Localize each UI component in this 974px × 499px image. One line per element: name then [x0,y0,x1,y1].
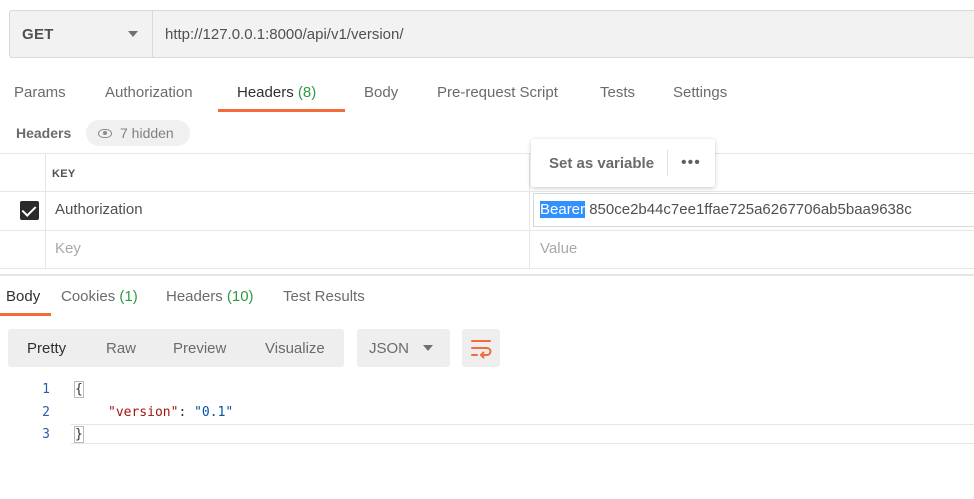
pane-divider[interactable] [0,274,974,276]
tab-pre-request-script[interactable]: Pre-request Script [437,84,558,101]
tab-label: Headers [237,84,294,101]
divider [667,150,668,176]
close-brace: } [74,426,84,443]
hidden-count: 7 hidden [120,125,174,141]
wrap-lines-button[interactable] [462,329,500,367]
eye-icon [98,128,112,138]
visualize-button[interactable]: Visualize [265,340,325,357]
tab-test-results[interactable]: Test Results [283,288,365,305]
tab-label: Params [14,84,66,101]
active-response-tab-indicator [0,313,51,316]
row-check-cell [0,230,46,268]
table-row: Key Value [0,230,974,269]
url-input[interactable]: http://127.0.0.1:8000/api/v1/version/ [153,11,974,57]
json-key: "version" [108,405,179,420]
tab-label: Settings [673,84,728,101]
tab-authorization[interactable]: Authorization [105,84,193,101]
line-number: 2 [42,405,50,420]
current-line-highlight [71,424,974,444]
header-key-cell [46,154,530,191]
chevron-down-icon [128,31,138,37]
chevron-down-icon [423,345,433,351]
tab-label: Body [6,288,41,305]
format-value: JSON [369,339,410,357]
tab-count: (8) [297,84,317,101]
row-key: Authorization [55,201,143,218]
method-select[interactable]: GET [10,11,153,57]
request-tabs: Params Authorization Headers (8) Body Pr… [0,80,974,112]
value-rest: 850ce2b44c7ee1ffae725a6267706ab5baa9638c [585,201,912,218]
wrap-lines-icon [471,340,492,359]
line-number: 1 [42,382,50,397]
set-as-variable-button[interactable]: Set as variable [549,155,654,172]
format-select[interactable]: JSON [357,329,450,367]
column-key-label: KEY [52,168,76,180]
tab-count: (1) [119,288,138,305]
headers-title: Headers [16,125,72,141]
table-row: Authorization Bearer 850ce2b44c7ee1ffae7… [0,191,974,231]
selected-text: Bearer [540,201,586,218]
tab-response-headers[interactable]: Headers (10) [166,288,254,305]
key-input[interactable] [46,230,530,268]
view-mode-selector: Pretty Raw Preview Visualize [8,329,344,367]
code-line: } [74,426,84,443]
tab-settings[interactable]: Settings [673,84,727,101]
request-bar: GET http://127.0.0.1:8000/api/v1/version… [9,10,974,58]
tab-label: Authorization [105,84,193,101]
code-line: "version": "0.1" [108,405,233,420]
json-colon: : [178,405,195,420]
active-tab-indicator [218,109,345,112]
header-check-cell [0,154,46,191]
more-options-icon[interactable]: ••• [681,154,701,172]
tab-count: (10) [226,288,254,305]
row-checkbox[interactable] [20,201,39,220]
tab-cookies[interactable]: Cookies (1) [61,288,138,305]
key-placeholder: Key [55,240,81,257]
tab-label: Body [364,84,399,101]
line-number: 3 [42,427,50,442]
row-check-cell [0,191,46,230]
table-header-row: KEY [0,153,974,192]
value-placeholder[interactable]: Value [540,240,577,257]
json-value: "0.1" [194,405,234,420]
tab-label: Headers [166,288,223,305]
set-as-variable-popover: Set as variable ••• [531,139,715,187]
method-value: GET [22,25,54,43]
url-value: http://127.0.0.1:8000/api/v1/version/ [165,25,404,43]
tab-params[interactable]: Params [14,84,66,101]
raw-button[interactable]: Raw [106,340,136,357]
tab-body[interactable]: Body [364,84,398,101]
tab-headers[interactable]: Headers (8) [237,84,316,101]
tab-response-body[interactable]: Body [6,288,40,305]
tab-label: Test Results [283,288,365,305]
pretty-button[interactable]: Pretty [27,340,66,357]
code-line: { [74,381,84,398]
open-brace: { [74,381,84,398]
hidden-headers-toggle[interactable]: 7 hidden [86,120,190,146]
row-value: Bearer 850ce2b44c7ee1ffae725a6267706ab5b… [540,201,912,218]
tab-label: Pre-request Script [437,84,558,101]
preview-button[interactable]: Preview [173,340,226,357]
tab-tests[interactable]: Tests [600,84,635,101]
tab-label: Tests [600,84,636,101]
tab-label: Cookies [61,288,116,305]
